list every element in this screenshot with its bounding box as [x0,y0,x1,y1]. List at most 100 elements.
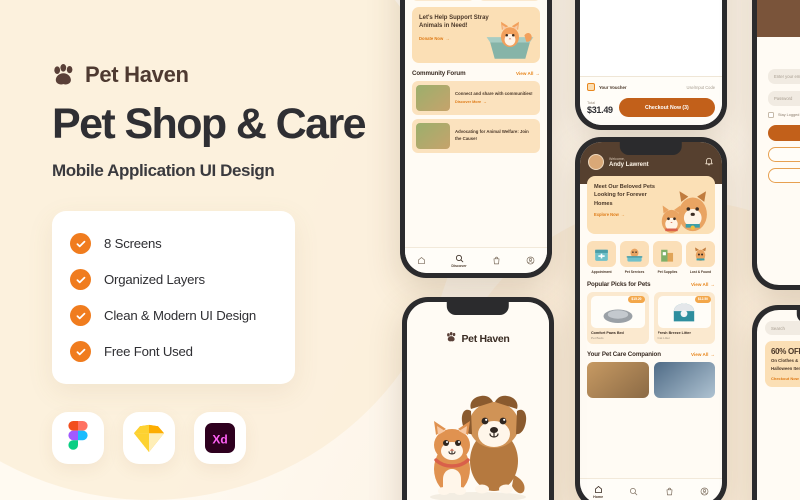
home-icon [418,257,426,264]
shop-category-food[interactable]: Food [765,394,800,435]
deal-headline: 60% OFF [771,347,800,356]
tab-bag[interactable] [492,256,501,265]
bell-icon[interactable] [704,157,714,167]
product-category: Pet Beds [591,335,604,340]
shop-category-fashion[interactable]: Fashion [765,442,800,483]
tab-home[interactable]: Home [593,485,603,499]
password-field[interactable]: Password [768,91,800,106]
category-pet-services[interactable]: Pet Services [620,241,649,274]
bottom-tab-bar: Home [580,478,722,500]
price-badge: $12.50 [694,295,711,303]
forum-link[interactable]: Discover More → [455,100,533,104]
screen-home: Welcome, Andy Lawrent Meet Our Beloved P… [580,142,722,500]
avatar[interactable] [588,154,604,170]
deal-cta[interactable]: Checkout Now [771,376,800,381]
check-icon [70,269,91,291]
product-name: Fresh Breeze Litter [657,330,691,335]
forum-header: Community Forum View All → [412,70,540,77]
voucher-code-link[interactable]: Use/Input Code [687,85,715,90]
search-input[interactable]: Search [765,321,800,335]
user-block[interactable]: Welcome, Andy Lawrent [588,154,649,170]
care-list [580,361,722,398]
login-title: Welcome Back [768,47,800,54]
phone-notch [619,142,683,155]
stay-logged-in-checkbox[interactable]: Stay Logged In [768,112,800,118]
arrow-right-icon: → [710,281,715,287]
voucher-icon [587,83,595,91]
search-placeholder: Search [771,325,785,331]
shop-content: Search 60% OFF On Clothes & Halloween It… [757,310,800,483]
stay-logged-in-label: Stay Logged In [778,113,800,117]
phone-mockup-login: Welcome Back Please login to continue En… [752,0,800,290]
google-login-button[interactable]: Continue with Google [768,147,800,162]
cat-in-box-illustration [486,21,534,59]
product-name: Comfort Paws Bed [591,330,624,335]
arrow-right-icon: → [535,70,540,76]
list-item[interactable]: Advocating for Animal Welfare: Join the … [412,118,540,153]
tab-label: Discover [451,263,467,268]
svg-text:Xd: Xd [212,433,227,447]
tab-label: Home [593,494,604,499]
category-lost-found[interactable]: Lost & Found [686,241,715,274]
login-hero-art [757,0,800,37]
splash-brand-lockup: Pet Haven [446,332,510,345]
bag-icon [666,487,672,496]
deal-line-1: On Clothes & [771,358,799,363]
view-all-label: View All [516,70,534,76]
list-item: Free Font Used [70,337,279,366]
product-card[interactable]: $12.50 Fresh Breeze Litter Cat Litter [653,291,715,344]
view-all-link[interactable]: View All → [516,71,540,76]
tool-badges: Xd [52,412,400,465]
tab-search[interactable] [629,487,638,496]
promo-banner-donate[interactable]: Let's Help Support Stray Animals in Need… [412,6,540,63]
screen-shop: Search 60% OFF On Clothes & Halloween It… [757,310,800,500]
password-placeholder: Password [774,96,793,101]
forum-photo [416,122,450,149]
view-all-link[interactable]: View All → [691,352,715,357]
checkout-button[interactable]: Checkout Now (3) [618,98,715,117]
tab-home[interactable] [417,256,426,265]
voucher-row[interactable]: Your Voucher Use/Input Code [587,83,715,91]
voucher-label: Your Voucher [599,84,627,90]
list-item[interactable]: Connect and share with communities! Disc… [412,80,540,115]
login-subtitle: Please login to continue [768,57,800,62]
tab-discover[interactable]: Discover [451,254,467,268]
view-all-link[interactable]: View All → [691,282,715,287]
phone-mockup-discover: Search Nearby Veterinary Clinics Sunrise… [400,0,552,278]
tab-profile[interactable] [700,487,709,496]
category-appointment[interactable]: Appointment [587,241,616,274]
shop-category-label: Food [765,431,800,435]
category-pet-supplies[interactable]: Pet Supplies [653,241,682,274]
forum-text: Advocating for Animal Welfare: Join the … [455,129,529,141]
hero-cta-label: Explore Now [594,212,619,218]
shop-category-label: Fashion [765,479,800,483]
care-card[interactable] [653,361,715,398]
feature-label: 8 Screens [104,236,162,252]
arrow-right-icon: → [445,35,450,41]
tab-profile[interactable] [526,256,535,265]
category-label: Lost & Found [689,269,712,274]
category-label: Pet Supplies [657,269,678,274]
deal-banner[interactable]: 60% OFF On Clothes & Halloween Items Che… [765,341,800,388]
home-hero-banner[interactable]: Meet Our Beloved Pets Looking for Foreve… [587,176,715,234]
category-label: Pet Services [624,269,645,274]
cat-illustration [782,0,800,37]
section-title-care: Your Pet Care Companion [587,350,661,358]
total-amount: $31.49 [587,104,613,115]
phone-notch [446,302,510,315]
deal-line-2: Halloween Items [771,366,800,372]
login-button[interactable]: Login [768,125,800,141]
tab-bag[interactable] [665,487,674,496]
apple-login-button[interactable]:  Continue with Apple [768,168,800,183]
product-card[interactable]: $15.20 Comfort Paws Bed Pet Beds [587,291,649,344]
checkbox-icon[interactable] [768,112,774,118]
adobe-xd-icon: Xd [194,412,246,465]
popular-header: Popular Picks for Pets View All → [580,274,722,288]
clinic-card[interactable]: Sunrise Veterinary Clinic 1 miles away [412,0,474,1]
clinic-card[interactable]: Healthy Pets Animal Hos... 1.5 miles awa… [478,0,540,1]
care-card[interactable] [587,361,649,398]
promo-cta-label: Donate Now [419,35,444,41]
screen-discover: Search Nearby Veterinary Clinics Sunrise… [405,0,547,273]
check-icon [70,233,91,255]
email-field[interactable]: Enter your email [768,69,800,84]
